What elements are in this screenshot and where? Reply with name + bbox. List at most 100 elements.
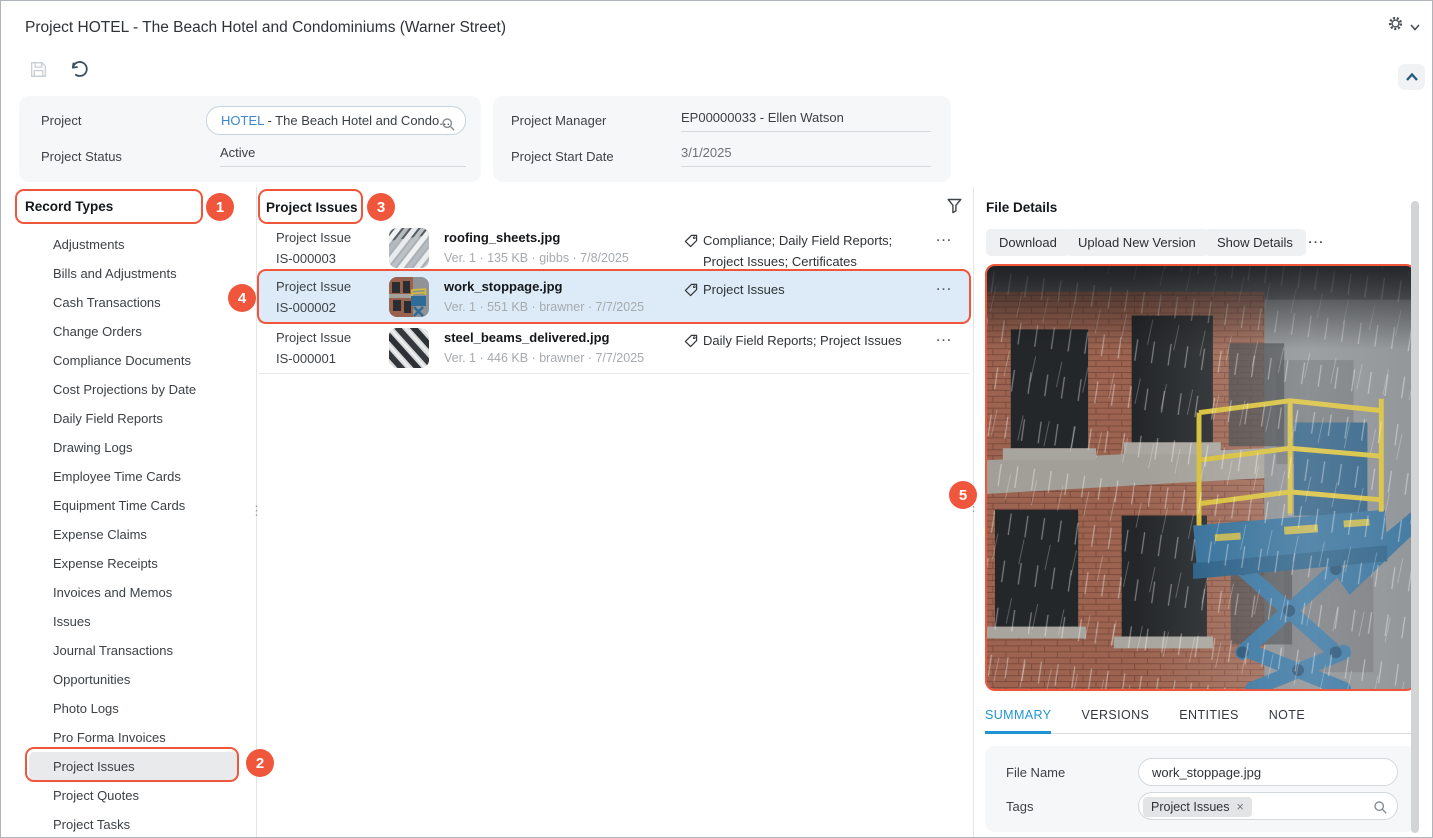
splitter-left-grip[interactable]: ⋮ bbox=[250, 504, 263, 529]
sidebar-item-expense-claims[interactable]: Expense Claims bbox=[1, 520, 253, 549]
steel-beams-thumbnail bbox=[389, 328, 429, 368]
row-record-type: Project Issue bbox=[276, 330, 352, 345]
manager-summary-card: Project Manager EP00000033 - Ellen Watso… bbox=[493, 96, 951, 182]
sidebar-item-pro-forma-invoices[interactable]: Pro Forma Invoices bbox=[1, 723, 253, 752]
file-preview-image[interactable] bbox=[985, 264, 1416, 691]
save-icon bbox=[31, 62, 46, 77]
project-status-value: Active bbox=[220, 145, 466, 167]
callout-badge-1: 1 bbox=[206, 193, 234, 221]
page-title: Project HOTEL - The Beach Hotel and Cond… bbox=[25, 19, 506, 36]
tags-input[interactable]: Project Issues × bbox=[1138, 792, 1398, 820]
row-file-name: roofing_sheets.jpg bbox=[444, 230, 561, 245]
file-name-input[interactable] bbox=[1138, 758, 1398, 786]
vertical-scrollbar[interactable] bbox=[1411, 201, 1419, 833]
row-record-id: IS-000002 bbox=[276, 300, 336, 315]
row-tags: Project Issues bbox=[684, 279, 936, 300]
file-details-more-button[interactable]: … bbox=[1307, 228, 1326, 248]
tag-icon bbox=[684, 333, 698, 354]
file-details-title: File Details bbox=[986, 200, 1058, 215]
file-row-steel-beams[interactable]: Project Issue IS-000001 steel_beams_deli… bbox=[259, 323, 969, 373]
sidebar-item-cost-projections-by-date[interactable]: Cost Projections by Date bbox=[1, 375, 253, 404]
row-file-name: work_stoppage.jpg bbox=[444, 279, 563, 294]
row-more-button[interactable]: … bbox=[935, 326, 954, 346]
row-divider bbox=[259, 373, 969, 374]
sidebar-item-expense-receipts[interactable]: Expense Receipts bbox=[1, 549, 253, 578]
tag-chip: Project Issues × bbox=[1143, 797, 1252, 817]
roofing-sheets-thumbnail bbox=[389, 228, 429, 268]
chevron-up-icon bbox=[1405, 72, 1418, 81]
file-summary-card: File Name Tags Project Issues× bbox=[985, 746, 1416, 832]
record-types-list: Adjustments Bills and Adjustments Cash T… bbox=[1, 230, 253, 837]
upload-new-version-button[interactable]: Upload New Version bbox=[1065, 229, 1209, 256]
row-record-type: Project Issue bbox=[276, 230, 352, 245]
sidebar-item-project-tasks[interactable]: Project Tasks bbox=[1, 810, 253, 837]
project-summary-card: Project HOTEL - The Beach Hotel and Cond… bbox=[19, 96, 481, 182]
sidebar-item-change-orders[interactable]: Change Orders bbox=[1, 317, 253, 346]
tag-icon bbox=[684, 282, 698, 303]
show-details-button[interactable]: Show Details bbox=[1204, 229, 1306, 256]
callout-badge-3: 3 bbox=[367, 193, 395, 221]
work-stoppage-thumbnail bbox=[389, 277, 429, 317]
project-window: Project HOTEL - The Beach Hotel and Cond… bbox=[0, 0, 1433, 838]
file-name-label: File Name bbox=[1006, 765, 1066, 780]
sidebar-item-invoices-and-memos[interactable]: Invoices and Memos bbox=[1, 578, 253, 607]
sidebar-item-project-issues[interactable]: Project Issues bbox=[29, 752, 238, 781]
file-row-work-stoppage[interactable]: Project Issue IS-000002 work_stoppage.jp… bbox=[259, 271, 969, 323]
sidebar-item-photo-logs[interactable]: Photo Logs bbox=[1, 694, 253, 723]
filter-funnel-icon bbox=[947, 198, 962, 214]
sidebar-item-compliance-documents[interactable]: Compliance Documents bbox=[1, 346, 253, 375]
sidebar-item-issues[interactable]: Issues bbox=[1, 607, 253, 636]
tab-note[interactable]: NOTE bbox=[1269, 708, 1305, 733]
callout-badge-5: 5 bbox=[949, 481, 977, 509]
project-code-link[interactable]: HOTEL bbox=[221, 113, 264, 128]
callout-badge-2: 2 bbox=[246, 749, 274, 777]
callout-badge-4: 4 bbox=[228, 284, 256, 312]
record-types-title: Record Types bbox=[25, 199, 114, 214]
sidebar-item-bills-and-adjustments[interactable]: Bills and Adjustments bbox=[1, 259, 253, 288]
tab-versions[interactable]: VERSIONS bbox=[1081, 708, 1149, 733]
sidebar-item-cash-transactions[interactable]: Cash Transactions bbox=[1, 288, 253, 317]
download-button[interactable]: Download bbox=[986, 229, 1070, 256]
sidebar-item-drawing-logs[interactable]: Drawing Logs bbox=[1, 433, 253, 462]
undo-icon bbox=[71, 61, 88, 77]
settings-gear-icon[interactable] bbox=[1387, 15, 1404, 32]
settings-chevron-down-icon[interactable] bbox=[1409, 20, 1421, 31]
issues-panel-title: Project Issues bbox=[266, 200, 358, 215]
filter-button[interactable] bbox=[947, 198, 962, 214]
project-manager-label: Project Manager bbox=[511, 113, 607, 128]
row-more-button[interactable]: … bbox=[935, 275, 954, 295]
project-lookup-input[interactable]: HOTEL - The Beach Hotel and Condo... bbox=[206, 106, 466, 135]
row-record-id: IS-000003 bbox=[276, 251, 336, 266]
gear-icon bbox=[1388, 16, 1403, 31]
row-file-meta: Ver. 1 · 446 KB · brawner · 7/7/2025 bbox=[444, 351, 645, 365]
row-more-button[interactable]: … bbox=[935, 226, 954, 246]
sidebar-item-adjustments[interactable]: Adjustments bbox=[1, 230, 253, 259]
tags-magnifier-icon[interactable] bbox=[1373, 800, 1388, 818]
collapse-panel-button[interactable] bbox=[1398, 64, 1425, 90]
file-row-roofing-sheets[interactable]: Project Issue IS-000003 roofing_sheets.j… bbox=[259, 225, 969, 271]
start-date-label: Project Start Date bbox=[511, 149, 614, 164]
sidebar-item-project-quotes[interactable]: Project Quotes bbox=[1, 781, 253, 810]
save-button[interactable] bbox=[30, 61, 47, 78]
start-date-value: 3/1/2025 bbox=[681, 145, 931, 167]
row-record-type: Project Issue bbox=[276, 279, 352, 294]
row-file-meta: Ver. 1 · 135 KB · gibbs · 7/8/2025 bbox=[444, 251, 629, 265]
sidebar-item-equipment-time-cards[interactable]: Equipment Time Cards bbox=[1, 491, 253, 520]
chip-remove-icon[interactable]: × bbox=[1237, 800, 1244, 814]
row-record-id: IS-000001 bbox=[276, 351, 336, 366]
tab-summary[interactable]: SUMMARY bbox=[985, 708, 1052, 734]
undo-button[interactable] bbox=[68, 59, 89, 79]
project-manager-value: EP00000033 - Ellen Watson bbox=[681, 110, 931, 132]
tab-entities[interactable]: ENTITIES bbox=[1179, 708, 1238, 733]
row-tags: Daily Field Reports; Project Issues bbox=[684, 330, 936, 351]
tag-icon bbox=[684, 233, 698, 254]
lookup-magnifier-icon[interactable] bbox=[441, 114, 456, 134]
row-file-name: steel_beams_delivered.jpg bbox=[444, 330, 610, 345]
sidebar-item-daily-field-reports[interactable]: Daily Field Reports bbox=[1, 404, 253, 433]
row-tags: Compliance; Daily Field Reports; Project… bbox=[684, 230, 936, 272]
tags-label: Tags bbox=[1006, 799, 1034, 814]
sidebar-item-employee-time-cards[interactable]: Employee Time Cards bbox=[1, 462, 253, 491]
sidebar-item-journal-transactions[interactable]: Journal Transactions bbox=[1, 636, 253, 665]
sidebar-item-opportunities[interactable]: Opportunities bbox=[1, 665, 253, 694]
project-label: Project bbox=[41, 113, 82, 128]
